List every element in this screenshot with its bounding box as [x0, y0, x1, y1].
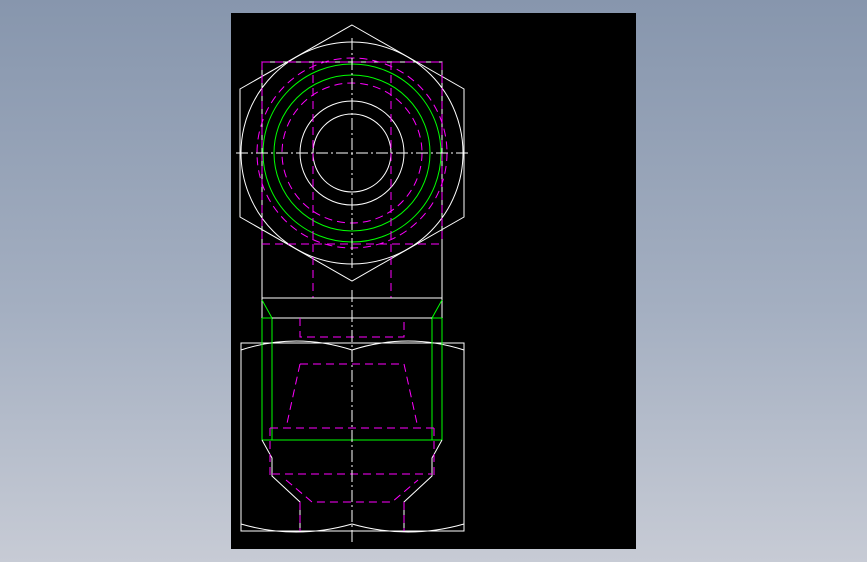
hidden-bore-flare-left — [285, 363, 301, 429]
front-view — [240, 290, 465, 545]
hex-top-arc-left — [240, 340, 353, 351]
cad-viewport[interactable] — [0, 0, 867, 562]
collar-chamfer-right — [431, 299, 443, 319]
hex-top-arc-right — [351, 340, 465, 351]
side-profile-left — [261, 439, 301, 531]
side-profile-right — [403, 439, 443, 531]
top-view — [236, 24, 468, 299]
drawing-sheet[interactable] — [231, 13, 636, 549]
collar-chamfer-left — [261, 299, 273, 319]
drawing-canvas[interactable] — [231, 13, 636, 549]
hidden-bore-flare-right — [403, 363, 419, 429]
